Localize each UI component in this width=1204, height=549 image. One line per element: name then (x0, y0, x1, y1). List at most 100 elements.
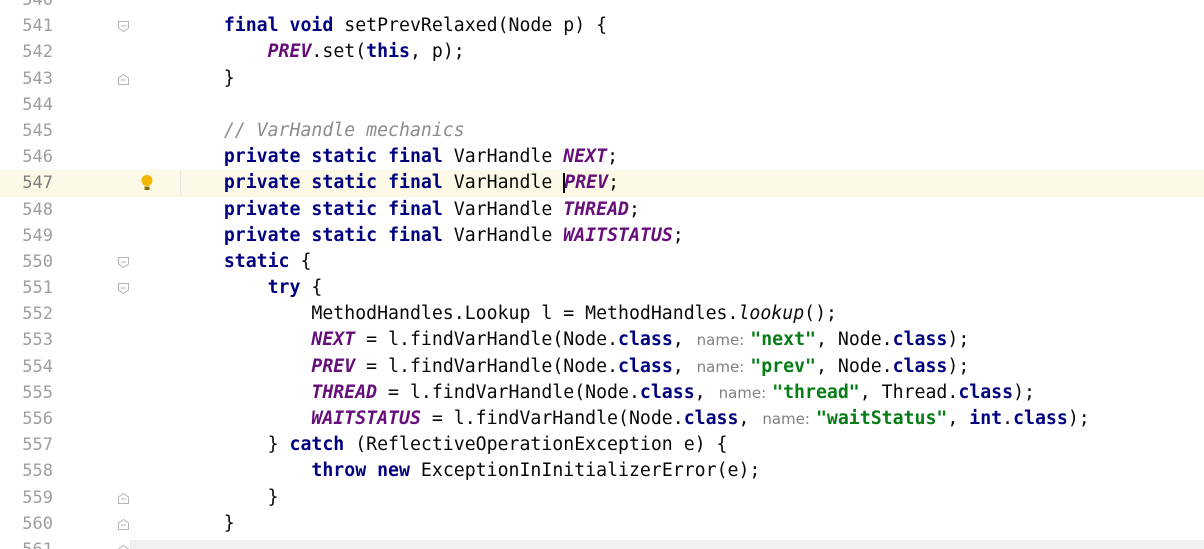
code-line[interactable]: 547 private static final VarHandle PREV; (0, 170, 1204, 197)
code-line[interactable]: 549 private static final VarHandle WAITS… (0, 223, 1204, 249)
code-token: ); (1067, 408, 1090, 429)
keyword-token: class (892, 329, 948, 351)
keyword-token: class (1013, 408, 1068, 429)
code-token: , (694, 381, 717, 403)
intention-bulb-icon[interactable] (139, 173, 155, 193)
editor-lines: 540 541 final void setPrevRelaxed(Node p)… (0, 0, 1204, 549)
code-text[interactable]: private static final VarHandle THREAD; (180, 197, 640, 223)
keyword-token: static (311, 172, 378, 194)
code-text[interactable]: throw new ExceptionInInitializerError(e)… (180, 458, 760, 484)
line-number: 552 (22, 304, 53, 325)
line-number: 559 (22, 487, 53, 508)
code-token: } (180, 486, 279, 508)
keyword-token: void (289, 15, 334, 37)
code-token: ); (947, 329, 970, 351)
fold-end-icon[interactable] (117, 73, 130, 86)
code-line[interactable]: 542 PREV.set(this, p); (0, 39, 1204, 65)
keyword-token: private (223, 224, 301, 246)
keyword-token: try (267, 277, 301, 299)
code-line[interactable]: 541 final void setPrevRelaxed(Node p) { (0, 13, 1204, 39)
code-line[interactable]: 550 static { (0, 249, 1204, 275)
line-number: 544 (22, 94, 53, 115)
code-text[interactable]: try { (180, 275, 323, 301)
line-number: 558 (22, 461, 53, 482)
fold-collapse-icon[interactable] (117, 256, 130, 269)
code-token: = l.findVarHandle(Node. (355, 355, 619, 377)
keyword-token: private (223, 172, 301, 194)
keyword-token: class (639, 381, 695, 403)
constant-token: NEXT (563, 146, 608, 168)
fold-marker[interactable] (110, 13, 136, 39)
line-number: 554 (22, 356, 53, 377)
line-number: 546 (22, 147, 53, 168)
keyword-token: this (366, 41, 410, 63)
code-token: = l.findVarHandle(Node. (420, 408, 684, 429)
code-text[interactable]: } (180, 485, 279, 511)
code-text[interactable]: // VarHandle mechanics (180, 118, 465, 144)
code-text[interactable]: THREAD = l.findVarHandle(Node.class, nam… (180, 380, 1035, 406)
code-text[interactable]: private static final VarHandle PREV; (180, 170, 619, 196)
code-token: VarHandle (442, 146, 564, 168)
fold-marker[interactable] (110, 511, 136, 537)
horizontal-scrollbar[interactable] (130, 540, 1204, 549)
line-number: 557 (22, 435, 53, 456)
code-line[interactable]: 548 private static final VarHandle THREA… (0, 197, 1204, 223)
fold-marker[interactable] (110, 485, 136, 511)
code-text[interactable]: } catch (ReflectiveOperationException e)… (180, 432, 728, 458)
code-text[interactable]: PREV.set(this, p); (180, 39, 465, 65)
code-token: = l.findVarHandle(Node. (355, 329, 619, 351)
code-line[interactable]: 552 MethodHandles.Lookup l = MethodHandl… (0, 301, 1204, 327)
code-line[interactable]: 554 PREV = l.findVarHandle(Node.class, n… (0, 354, 1204, 380)
keyword-token: final (388, 172, 443, 194)
keyword-token: class (618, 355, 673, 377)
code-text[interactable]: private static final VarHandle WAITSTATU… (180, 223, 684, 249)
code-text[interactable]: final void setPrevRelaxed(Node p) { (180, 13, 607, 39)
code-text[interactable]: static { (180, 249, 312, 275)
code-token: } (180, 67, 235, 89)
code-line[interactable]: 556 WAITSTATUS = l.findVarHandle(Node.cl… (0, 406, 1204, 432)
code-line[interactable]: 545 // VarHandle mechanics (0, 118, 1204, 144)
code-line[interactable]: 553 NEXT = l.findVarHandle(Node.class, n… (0, 327, 1204, 353)
fold-end-icon[interactable] (117, 544, 130, 549)
code-line[interactable]: 544 (0, 92, 1204, 118)
code-text[interactable]: } (180, 66, 235, 92)
code-token: ); (1013, 381, 1035, 403)
code-line[interactable]: 558 throw new ExceptionInInitializerErro… (0, 458, 1204, 484)
code-line[interactable]: 559 } (0, 485, 1204, 511)
code-token: (ReflectiveOperationException e) { (344, 434, 728, 456)
fold-end-icon[interactable] (117, 518, 130, 531)
code-line[interactable]: 546 private static final VarHandle NEXT; (0, 144, 1204, 170)
code-token: lookup (738, 303, 805, 325)
code-line[interactable]: 551 try { (0, 275, 1204, 301)
code-text[interactable]: WAITSTATUS = l.findVarHandle(Node.class,… (180, 406, 1090, 432)
fold-marker[interactable] (110, 275, 136, 301)
code-text[interactable]: MethodHandles.Lookup l = MethodHandles.l… (180, 301, 837, 327)
code-line[interactable]: 540 (0, 0, 1204, 13)
code-line[interactable]: 560 } (0, 511, 1204, 537)
code-token: } (180, 512, 235, 534)
code-text[interactable]: private static final VarHandle NEXT; (180, 144, 618, 170)
code-line[interactable]: 543 } (0, 66, 1204, 92)
line-number: 548 (22, 199, 53, 220)
fold-marker[interactable] (110, 249, 136, 275)
fold-marker[interactable] (110, 66, 136, 92)
code-text[interactable]: PREV = l.findVarHandle(Node.class, name:… (180, 354, 969, 380)
code-line[interactable]: 555 THREAD = l.findVarHandle(Node.class,… (0, 380, 1204, 406)
fold-collapse-icon[interactable] (117, 282, 130, 295)
code-text[interactable]: NEXT = l.findVarHandle(Node.class, name:… (180, 327, 969, 353)
fold-collapse-icon[interactable] (117, 20, 130, 33)
fold-end-icon[interactable] (117, 492, 130, 505)
code-line[interactable]: 557 } catch (ReflectiveOperationExceptio… (0, 432, 1204, 458)
code-editor[interactable]: 540 541 final void setPrevRelaxed(Node p)… (0, 0, 1204, 549)
keyword-token: class (958, 381, 1014, 403)
code-text[interactable]: } (180, 511, 235, 537)
keyword-token: class (683, 408, 739, 429)
